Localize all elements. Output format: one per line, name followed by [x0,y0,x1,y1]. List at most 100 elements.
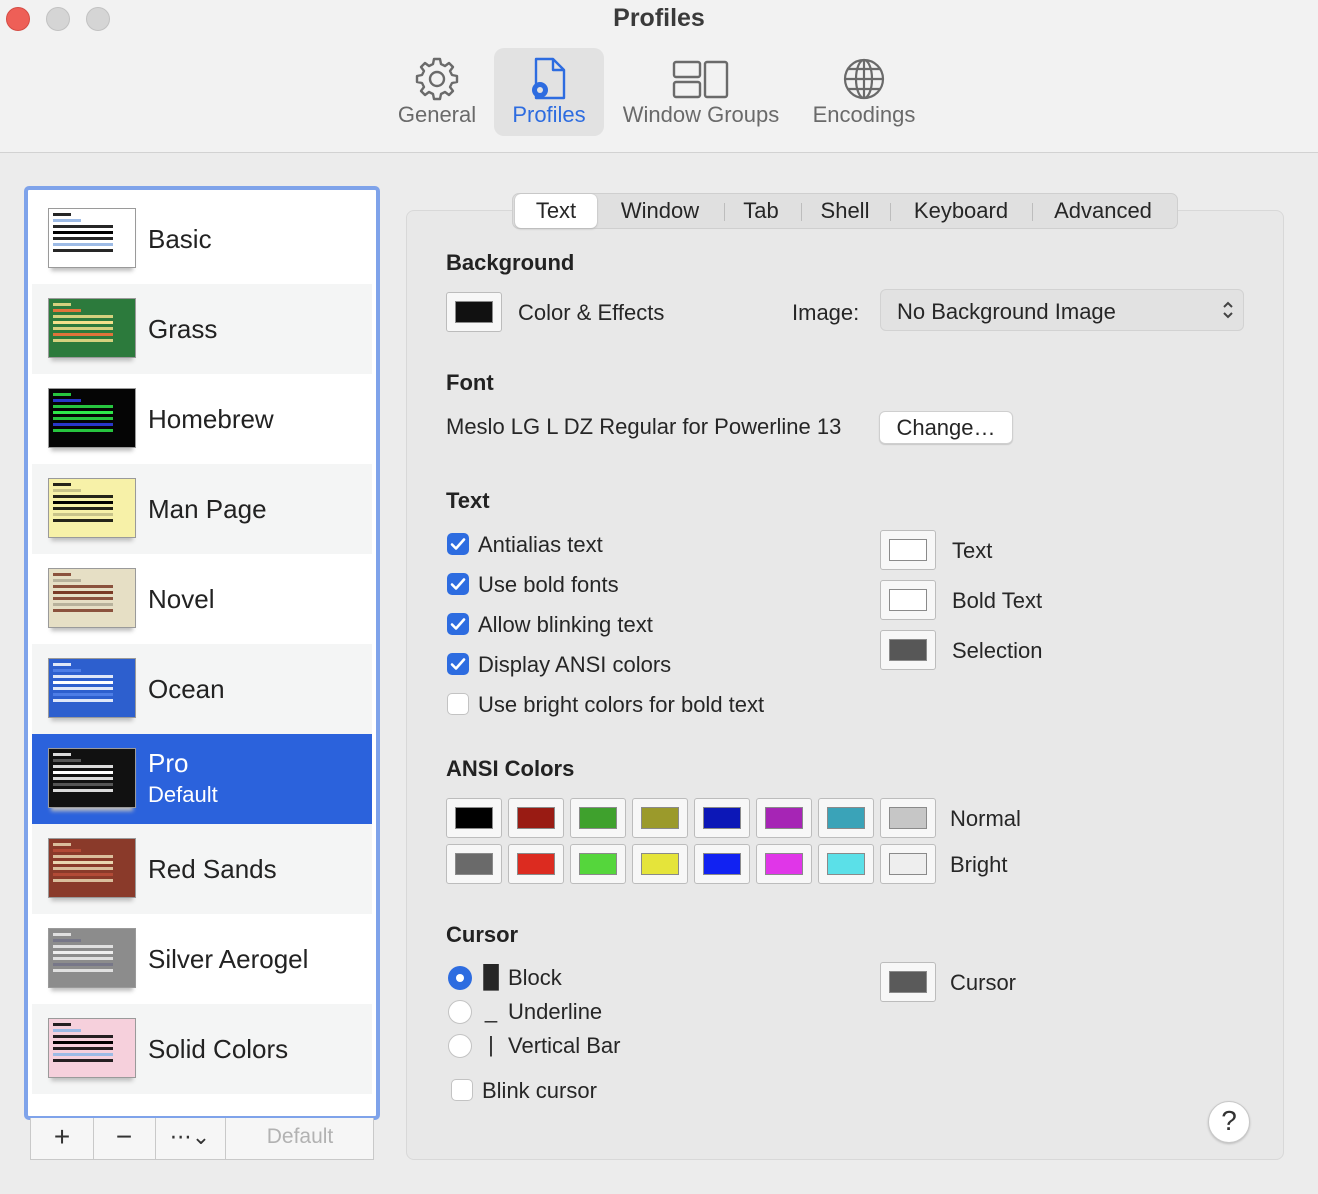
profile-thumbnail [48,298,136,358]
cursor-radio-vertical-bar[interactable] [448,1034,472,1058]
checkmark-icon [450,618,466,630]
tab-divider [801,203,802,221]
checkbox-use-bright-colors-for-bold-text[interactable] [447,693,469,715]
profile-list-buttons: + − ⋯⌄ Default [30,1118,374,1160]
profile-thumbnail [48,658,136,718]
gear-icon [384,56,490,102]
color-swatch [455,807,493,829]
cursor-option-label: Block [508,965,562,990]
checkbox-antialias-text[interactable] [447,533,469,555]
checkbox-allow-blinking-text[interactable] [447,613,469,635]
color-swatch [889,589,927,611]
tab-keyboard[interactable]: Keyboard [897,194,1025,228]
ansi-normal-color-7[interactable] [880,798,936,838]
settings-tabs: Text Window Tab Shell Keyboard Advanced [512,193,1178,229]
checkmark-icon [450,658,466,670]
remove-profile-button[interactable]: − [93,1118,156,1159]
profile-item-ocean[interactable]: Ocean [32,644,372,734]
cursor-radio-underline[interactable] [448,1000,472,1024]
profile-item-silver-aerogel[interactable]: Silver Aerogel [32,914,372,1004]
toolbar-general-label: General [397,102,477,127]
profile-item-novel[interactable]: Novel [32,554,372,644]
profile-item-man-page[interactable]: Man Page [32,464,372,554]
color-swatch [765,807,803,829]
checkbox-display-ansi-colors[interactable] [447,653,469,675]
profile-item-basic[interactable]: Basic [32,194,372,284]
cursor-glyph: █ [483,964,499,989]
profile-name: Man Page [148,494,267,524]
background-color-well[interactable] [446,292,502,332]
checkmark-icon [450,538,466,550]
tab-text[interactable]: Text [515,194,597,228]
chevron-updown-icon [1221,298,1235,327]
background-image-select[interactable]: No Background Image [880,289,1244,331]
toolbar-profiles[interactable]: Profiles [494,48,604,136]
ansi-normal-label: Normal [950,806,1021,831]
toolbar-general[interactable]: General [384,48,490,136]
profile-thumbnail [48,748,136,808]
ansi-bright-color-7[interactable] [880,844,936,884]
ansi-bright-color-1[interactable] [508,844,564,884]
profile-item-solid-colors[interactable]: Solid Colors [32,1004,372,1094]
ansi-bright-label: Bright [950,852,1008,877]
ansi-normal-color-1[interactable] [508,798,564,838]
ansi-bright-color-6[interactable] [818,844,874,884]
color-well-text[interactable] [880,530,936,570]
background-color-swatch [455,301,493,323]
window-groups-icon [612,56,790,102]
toolbar-window-groups[interactable]: Window Groups [612,48,790,136]
color-label: Text [952,538,993,563]
profile-thumbnail [48,568,136,628]
profile-list[interactable]: Basic Grass Homebrew Man Page Novel Ocean Pro D… [24,186,380,1120]
ansi-normal-color-5[interactable] [756,798,812,838]
tab-divider [724,203,725,221]
blink-cursor-checkbox[interactable] [451,1079,473,1101]
toolbar-encodings[interactable]: Encodings [802,48,926,136]
color-swatch [455,853,493,875]
checkmark-icon [450,578,466,590]
ansi-bright-color-4[interactable] [694,844,750,884]
ansi-normal-color-6[interactable] [818,798,874,838]
change-font-button[interactable]: Change… [879,411,1013,444]
tab-divider [1032,203,1033,221]
tab-advanced[interactable]: Advanced [1039,194,1167,228]
ansi-bright-color-2[interactable] [570,844,626,884]
profile-item-grass[interactable]: Grass [32,284,372,374]
color-well-selection[interactable] [880,630,936,670]
profile-thumbnail [48,838,136,898]
tab-tab[interactable]: Tab [727,194,795,228]
tab-shell[interactable]: Shell [807,194,883,228]
profile-item-pro[interactable]: Pro Default [32,734,372,824]
cursor-option-label: Vertical Bar [508,1033,621,1058]
profile-name: Solid Colors [148,1034,289,1064]
ansi-colors-heading: ANSI Colors [446,756,575,781]
color-well-bold-text[interactable] [880,580,936,620]
ansi-bright-color-3[interactable] [632,844,688,884]
help-button[interactable]: ? [1208,1101,1250,1143]
color-swatch [827,853,865,875]
profile-actions-menu-button[interactable]: ⋯⌄ [155,1118,226,1159]
tab-window[interactable]: Window [605,194,715,228]
ansi-normal-color-3[interactable] [632,798,688,838]
ansi-bright-color-0[interactable] [446,844,502,884]
color-swatch [517,807,555,829]
ansi-bright-color-5[interactable] [756,844,812,884]
cursor-color-well[interactable] [880,962,936,1002]
color-swatch [889,639,927,661]
ansi-normal-color-2[interactable] [570,798,626,838]
toolbar-profiles-label: Profiles [512,102,586,127]
profile-item-red-sands[interactable]: Red Sands [32,824,372,914]
cursor-radio-block[interactable] [448,966,472,990]
color-swatch [641,807,679,829]
set-default-button[interactable]: Default [227,1118,373,1159]
font-heading: Font [446,370,494,395]
profile-item-homebrew[interactable]: Homebrew [32,374,372,464]
ansi-normal-color-0[interactable] [446,798,502,838]
cursor-glyph: _ [484,998,498,1023]
cursor-color-label: Cursor [950,970,1017,995]
ansi-normal-color-4[interactable] [694,798,750,838]
profile-doc-icon [494,56,604,102]
checkbox-use-bold-fonts[interactable] [447,573,469,595]
profile-name: Homebrew [148,404,274,434]
add-profile-button[interactable]: + [31,1118,94,1159]
